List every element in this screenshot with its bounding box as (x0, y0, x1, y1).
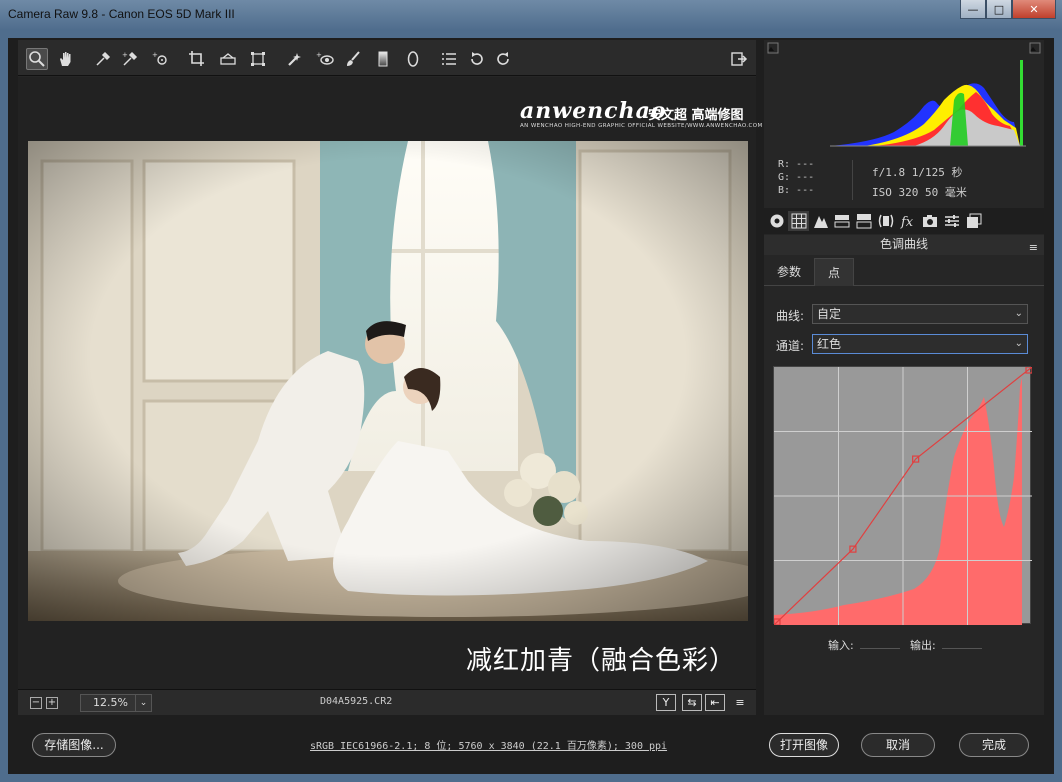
photo-caption: 减红加青（融合色彩） (466, 646, 737, 676)
snapshots-icon[interactable] (963, 211, 984, 231)
image-info: R: --- G: --- B: --- f/1.8 1/125 秒 ISO 3… (764, 150, 1044, 208)
iso-focal: ISO 320 50 毫米 (872, 186, 967, 199)
minimize-button[interactable]: — (960, 0, 986, 19)
panel-menu-icon[interactable]: ≡ (1029, 239, 1038, 257)
zoom-icon[interactable] (26, 48, 48, 70)
watermark-cn: 安文超 高端修图 (648, 108, 744, 123)
g-value: G: --- (778, 172, 815, 183)
rgb-readout: R: --- G: --- B: --- (778, 158, 814, 197)
photo-illustration (28, 141, 748, 621)
spot-removal-icon[interactable] (284, 48, 306, 70)
zoom-value: 12.5% (93, 696, 128, 709)
crop-icon[interactable] (186, 48, 208, 70)
info-divider (852, 160, 853, 200)
camera-calibration-icon[interactable] (919, 211, 940, 231)
presets-icon[interactable] (941, 211, 962, 231)
watermark-sub: AN WENCHAO HIGH-END GRAPHIC OFFICIAL WEB… (520, 123, 763, 129)
highlight-clipping-icon (1030, 47, 1036, 51)
graduated-filter-icon[interactable] (372, 48, 394, 70)
svg-text:+: + (152, 51, 158, 59)
workflow-options-link[interactable]: sRGB IEC61966-2.1; 8 位; 5760 x 3840 (22.… (310, 737, 667, 752)
filename: D04A5925.CR2 (320, 696, 393, 707)
rotate-ccw-icon[interactable] (466, 48, 488, 70)
done-button[interactable]: 完成 (959, 733, 1029, 757)
cancel-button[interactable]: 取消 (861, 733, 935, 757)
hand-icon[interactable] (55, 48, 77, 70)
transform-icon[interactable] (247, 48, 269, 70)
targeted-adjustment-icon[interactable]: + (150, 48, 172, 70)
hsl-icon[interactable] (831, 211, 852, 231)
zoom-select[interactable]: 12.5% ⌄ (80, 694, 152, 712)
channel-select-value: 红色 (817, 337, 842, 351)
curve-select-value: 自定 (817, 307, 842, 321)
tab-parametric[interactable]: 参数 (764, 258, 814, 286)
copy-settings-button[interactable]: ⇤ (705, 694, 725, 711)
zoom-out-button[interactable]: − (30, 697, 42, 709)
input-label: 输入: (828, 639, 854, 652)
effects-icon[interactable]: fx (897, 211, 918, 231)
view-toggle-button[interactable]: Y (656, 694, 676, 711)
r-value: R: --- (778, 159, 815, 170)
b-value: B: --- (778, 185, 815, 196)
export-icon[interactable] (728, 48, 750, 70)
svg-text:+: + (122, 51, 128, 59)
window-title: Camera Raw 9.8 - Canon EOS 5D Mark III (8, 7, 235, 21)
curve-select[interactable]: 自定 ⌄ (812, 304, 1028, 324)
chevron-down-icon: ⌄ (1014, 308, 1023, 319)
output-label: 输出: (910, 639, 936, 652)
adjustment-brush-icon[interactable] (342, 48, 364, 70)
save-image-button[interactable]: 存储图像... (32, 733, 116, 757)
open-image-button[interactable]: 打开图像 (769, 733, 839, 757)
svg-text:+: + (316, 51, 322, 59)
channel-select[interactable]: 红色 ⌄ (812, 334, 1028, 354)
split-toning-icon[interactable] (853, 211, 874, 231)
panel-title-text: 色调曲线 (879, 237, 928, 251)
tone-curve-icon[interactable] (788, 211, 809, 231)
panel-tabs-bar: fx (764, 208, 1044, 234)
title-bar: Camera Raw 9.8 - Canon EOS 5D Mark III —… (0, 0, 1062, 30)
input-value[interactable] (860, 648, 900, 649)
detail-icon[interactable] (810, 211, 831, 231)
svg-text:fx: fx (900, 215, 914, 229)
window-controls: — □ ✕ (960, 0, 1056, 20)
photo (28, 141, 748, 621)
chevron-down-icon: ⌄ (135, 695, 151, 711)
white-balance-icon[interactable] (92, 48, 114, 70)
watermark-brand: anwenchao (520, 98, 667, 124)
lens-corrections-icon[interactable] (875, 211, 896, 231)
red-eye-icon[interactable]: + (314, 48, 336, 70)
tab-point[interactable]: 点 (814, 258, 854, 286)
output-value[interactable] (942, 648, 982, 649)
tone-curve-editor[interactable] (773, 366, 1032, 625)
channel-histogram (774, 377, 1022, 625)
histogram (764, 40, 1044, 150)
radial-filter-icon[interactable] (402, 48, 424, 70)
curve-label: 曲线: (776, 309, 805, 323)
maximize-button[interactable]: □ (986, 0, 1012, 19)
chevron-down-icon: ⌄ (1014, 338, 1023, 349)
swap-view-button[interactable]: ⇆ (682, 694, 702, 711)
basic-panel-icon[interactable] (766, 211, 787, 231)
exif-info: f/1.8 1/125 秒 ISO 320 50 毫米 (872, 163, 967, 203)
zoom-in-button[interactable]: + (46, 697, 58, 709)
preview-settings-button[interactable]: ≡ (730, 694, 750, 711)
watermark-logo: anwenchao 安文超 高端修图 AN WENCHAO HIGH-END G… (520, 98, 762, 132)
close-button[interactable]: ✕ (1012, 0, 1056, 19)
toolbar: + + + (18, 40, 756, 76)
straighten-icon[interactable] (217, 48, 239, 70)
curve-tabs: 参数 点 (764, 258, 1044, 286)
preview-statusbar: − + 12.5% ⌄ D04A5925.CR2 Y ⇆ ⇤ ≡ (18, 689, 756, 715)
panel-title: 色调曲线 ≡ (764, 235, 1044, 255)
tone-curve-graph[interactable] (774, 367, 1032, 625)
channel-label: 通道: (776, 339, 805, 353)
aperture-shutter: f/1.8 1/125 秒 (872, 166, 963, 179)
shadow-clipping-icon (768, 47, 774, 51)
rotate-cw-icon[interactable] (492, 48, 514, 70)
color-sampler-icon[interactable]: + (119, 48, 141, 70)
preferences-icon[interactable] (438, 48, 460, 70)
